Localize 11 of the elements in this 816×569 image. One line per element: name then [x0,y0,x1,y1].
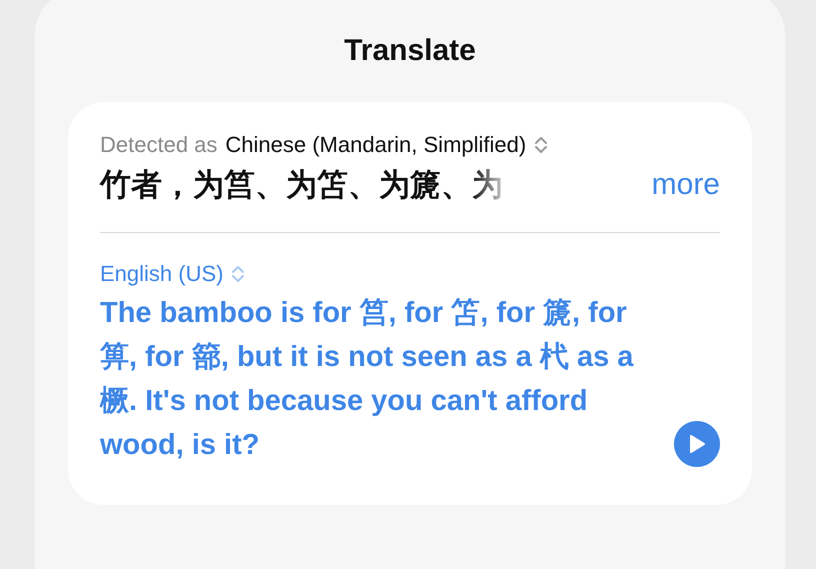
chevron-updown-icon[interactable] [534,135,548,155]
play-button[interactable] [674,421,720,467]
sheet-title: Translate [343,33,477,69]
play-icon [688,434,706,454]
target-language[interactable]: English (US) [100,259,224,289]
source-text: 竹者，为筥、为笘、为篪、 [100,166,472,204]
detected-label: Detected as [100,131,218,159]
more-link[interactable]: more [652,168,720,202]
translation-text: The bamboo is for 筥, for 笘, for 篪, for 箅, for 篰, but it is not seen as a 杙 as a 橛. It's not because you can't afford wood, is it? [100,296,634,463]
chevron-updown-icon[interactable] [231,264,246,284]
source-language[interactable]: Chinese (Mandarin, Simplified) [225,130,526,160]
